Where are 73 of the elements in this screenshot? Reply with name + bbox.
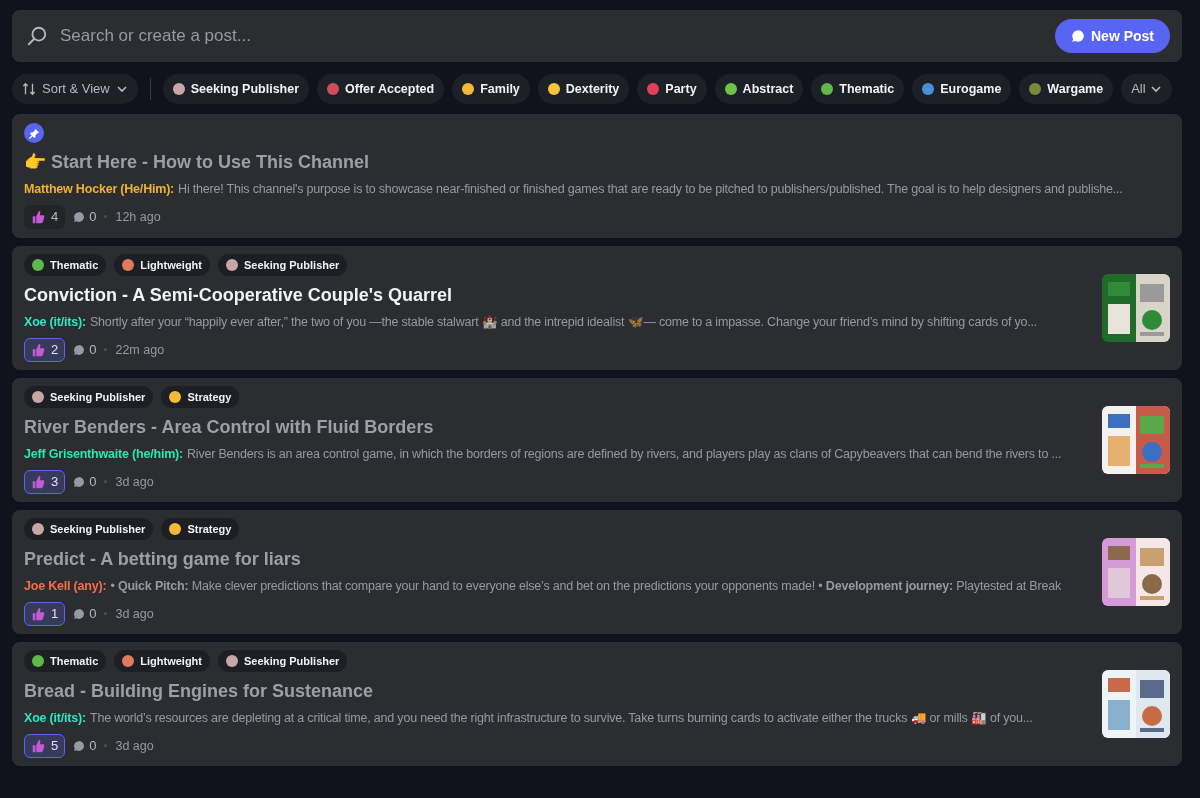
filter-tag[interactable]: Wargame <box>1019 74 1114 104</box>
post-excerpt: The world’s resources are depleting at a critical time, and you need the right infrastructure to survive. Take turns burning cards to activate either the trucks 🚚 or mills 🏭 of you... <box>90 710 1033 728</box>
post-excerpt: River Benders is an area control game, in which the borders of regions are defined by rivers, and players play as clans of Capybeavers that can bend the rivers to ... <box>187 446 1062 464</box>
post-tag: Lightweight <box>114 650 210 673</box>
thumbs-up-icon <box>31 738 45 753</box>
filter-tag[interactable]: Abstract <box>714 74 804 104</box>
post-title[interactable]: 👉 Start Here - How to Use This Channel <box>24 149 1170 177</box>
post-excerpt: • Quick Pitch: Make clever predictions that compare your hand to everyone else’s and bet on the predictions your opponents made! • Development journey: Playtested at Break <box>110 578 1061 596</box>
post-card[interactable] <box>12 246 1182 370</box>
author-name[interactable]: Jeff Grisenthwaite (he/him): <box>24 445 183 464</box>
filter-tag[interactable]: Offer Accepted <box>317 74 445 104</box>
post-tag: Thematic <box>24 650 107 673</box>
comment-icon <box>73 343 86 356</box>
filter-tag[interactable]: Eurogame <box>912 74 1012 104</box>
search-icon <box>26 25 48 47</box>
comment-icon <box>73 210 86 223</box>
search-field[interactable]: Search or create a post... <box>60 23 1043 49</box>
post-time: 3d ago <box>115 605 154 623</box>
thumbs-up-icon <box>31 342 45 357</box>
reaction-pill[interactable]: 5 <box>24 733 66 758</box>
post-tag: Strategy <box>161 386 240 409</box>
post-time: 3d ago <box>115 473 154 491</box>
sort-icon <box>22 82 36 96</box>
post-excerpt: Hi there! This channel's purpose is to showcase near-finished or finished games that are ready to be pitched to publishers/published. The goal is to help designers and publishe... <box>178 181 1123 199</box>
filter-tag[interactable]: Dexterity <box>537 74 630 104</box>
post-tag: Lightweight <box>114 254 210 277</box>
post-title[interactable]: Bread - Building Engines for Sustenance <box>24 678 1092 706</box>
post-time: 3d ago <box>115 737 154 755</box>
reaction-pill[interactable]: 4 <box>24 204 66 229</box>
author-name[interactable]: Matthew Hocker (He/Him): <box>24 180 175 199</box>
post-title[interactable]: Conviction - A Semi-Cooperative Couple's Quarrel <box>24 282 1092 310</box>
sort-view-button[interactable]: Sort & View <box>12 74 138 104</box>
post-card[interactable] <box>12 642 1182 766</box>
author-name[interactable]: Xoe (it/its): <box>24 709 86 728</box>
filter-tag[interactable]: Party <box>637 74 707 104</box>
post-title[interactable]: Predict - A betting game for liars <box>24 546 1092 574</box>
post-tag: Strategy <box>161 518 240 541</box>
comment-icon <box>73 475 86 488</box>
thumbs-up-icon <box>31 474 45 489</box>
filter-tag[interactable]: Family <box>452 74 530 104</box>
author-name[interactable]: Joe Kell (any): <box>24 577 107 596</box>
post-tag: Seeking Publisher <box>24 518 154 541</box>
comment-icon <box>73 739 86 752</box>
search-bar[interactable]: Search or create a post... New Post <box>12 10 1182 62</box>
chevron-down-icon <box>1149 83 1162 95</box>
comment-count: 0 <box>89 208 97 227</box>
post-time: 22m ago <box>115 341 165 359</box>
reaction-pill[interactable]: 2 <box>24 337 66 362</box>
thumbs-up-icon <box>31 209 45 224</box>
post-tag: Seeking Publisher <box>24 386 154 409</box>
reaction-pill[interactable]: 1 <box>24 601 66 626</box>
post-tag: Thematic <box>24 254 107 277</box>
post-time: 12h ago <box>115 208 161 226</box>
post-tag: Seeking Publisher <box>218 254 348 277</box>
filter-tag[interactable]: Seeking Publisher <box>162 74 310 104</box>
all-filter-button[interactable]: All <box>1121 74 1172 104</box>
post-excerpt: Shortly after your “happily ever after,” the two of you —the stable stalwart 🏰 and the intrepid idealist 🦋— come to a impasse. Change your friend’s mind by shifting cards of yo... <box>90 314 1038 332</box>
author-name[interactable]: Xoe (it/its): <box>24 313 86 332</box>
reaction-pill[interactable]: 3 <box>24 469 66 494</box>
new-post-button[interactable]: New Post <box>1055 19 1170 53</box>
post-card[interactable] <box>12 510 1182 634</box>
comment-count: 0 <box>89 605 97 624</box>
comment-count: 0 <box>89 737 97 756</box>
post-tag: Seeking Publisher <box>218 650 348 673</box>
comment-count: 0 <box>89 473 97 492</box>
chat-bubble-icon <box>1071 29 1085 43</box>
chevron-down-icon <box>115 83 128 95</box>
post-title[interactable]: River Benders - Area Control with Fluid Borders <box>24 414 1092 442</box>
comment-icon <box>73 607 86 620</box>
thumbs-up-icon <box>31 606 45 621</box>
filter-tag[interactable]: Thematic <box>811 74 905 104</box>
comment-count: 0 <box>89 341 97 360</box>
post-card[interactable] <box>12 378 1182 502</box>
